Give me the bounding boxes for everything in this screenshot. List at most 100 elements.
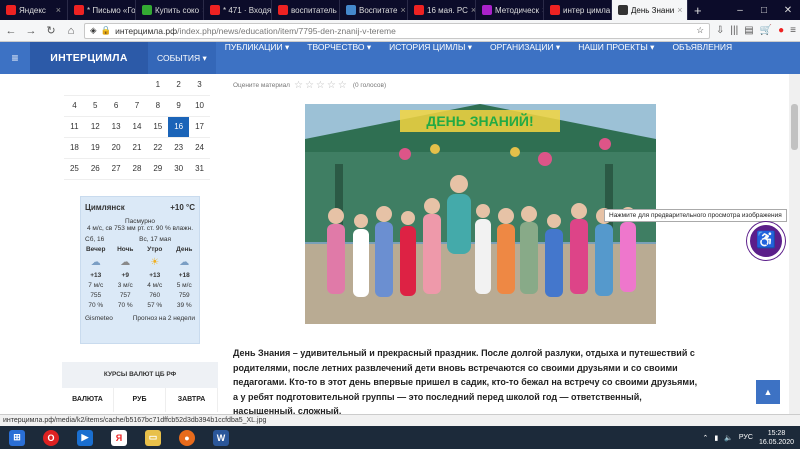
library-icon[interactable]: ||| xyxy=(730,25,738,36)
menu-item[interactable]: ПУБЛИКАЦИИ ▾ xyxy=(216,42,299,74)
firefox-icon[interactable]: ● xyxy=(170,426,204,449)
menu-item[interactable]: ОРГАНИЗАЦИИ ▾ xyxy=(481,42,569,74)
menu-item[interactable]: ИСТОРИЯ ЦИМЛЫ ▾ xyxy=(380,42,481,74)
browser-tab[interactable]: Методическ× xyxy=(476,0,544,20)
network-icon[interactable]: ▮ xyxy=(714,434,718,442)
calendar-day[interactable]: 12 xyxy=(84,116,106,138)
browser-tab[interactable]: 16 мая. РС × xyxy=(408,0,476,20)
calendar-day[interactable]: 22 xyxy=(147,137,169,159)
calendar-day[interactable]: 29 xyxy=(147,158,169,180)
tooltip: Нажмите для предварительного просмотра и… xyxy=(604,209,787,222)
close-tab-icon[interactable]: × xyxy=(400,5,405,15)
forward-icon[interactable]: → xyxy=(24,25,38,37)
calendar-day[interactable]: 4 xyxy=(64,95,85,117)
weather-press: 757 xyxy=(119,292,131,299)
calendar-day[interactable]: 14 xyxy=(126,116,148,138)
tab-label: воспитатель · xyxy=(291,5,340,15)
rates-column-header: РУБ xyxy=(114,388,166,412)
calendar-day[interactable]: 25 xyxy=(64,158,85,180)
calendar-day[interactable]: 17 xyxy=(189,116,210,138)
browser-tab[interactable]: интер цимла× xyxy=(544,0,612,20)
calendar-day[interactable]: 9 xyxy=(168,95,190,117)
calendar-day[interactable]: 26 xyxy=(84,158,106,180)
scrollbar[interactable] xyxy=(789,74,800,414)
calendar-day[interactable]: 23 xyxy=(168,137,190,159)
new-tab-button[interactable]: + xyxy=(688,3,708,18)
extension-icon[interactable]: ● xyxy=(778,25,784,36)
tab-label: Купить соко xyxy=(155,5,200,15)
sidebar-icon[interactable]: ▤ xyxy=(744,25,753,36)
weather-press: 759 xyxy=(178,292,190,299)
browser-tab[interactable]: * 471 · Входящ× xyxy=(204,0,272,20)
calendar-day[interactable]: 16 xyxy=(168,116,190,138)
close-tab-icon[interactable]: × xyxy=(56,5,61,15)
browser-tab[interactable]: Воспитате × xyxy=(340,0,408,20)
file-explorer-icon[interactable]: ▭ xyxy=(136,426,170,449)
close-tab-icon[interactable]: × xyxy=(677,5,682,15)
calendar-day[interactable]: 20 xyxy=(105,137,127,159)
media-player-icon[interactable]: ▶ xyxy=(68,426,102,449)
scroll-to-top-button[interactable]: ▲ xyxy=(756,380,780,404)
calendar-day[interactable]: 15 xyxy=(147,116,169,138)
calendar-day[interactable]: 13 xyxy=(105,116,127,138)
cloud-icon: ☁ xyxy=(120,257,131,268)
calendar-day[interactable]: 10 xyxy=(189,95,210,117)
browser-tab[interactable]: воспитатель ·× xyxy=(272,0,340,20)
browser-tab[interactable]: День Знани × xyxy=(612,0,688,20)
yandex-icon[interactable]: Я xyxy=(102,426,136,449)
calendar-day xyxy=(84,74,106,96)
downloads-icon[interactable]: ⇩ xyxy=(716,25,724,36)
menu-item[interactable]: ОБЪЯВЛЕНИЯ xyxy=(663,42,741,74)
cart-icon[interactable]: 🛒 xyxy=(760,25,772,36)
rating-stars[interactable]: ☆☆☆☆☆ xyxy=(294,80,349,91)
menu-item[interactable]: НАШИ ПРОЕКТЫ ▾ xyxy=(569,42,663,74)
calendar-day[interactable]: 6 xyxy=(105,95,127,117)
start-button[interactable]: ⊞ xyxy=(0,426,34,449)
tab-favicon-icon xyxy=(142,5,152,15)
bookmark-star-icon[interactable]: ☆ xyxy=(696,25,704,36)
tab-label: День Знани xyxy=(631,5,675,15)
calendar-day[interactable]: 7 xyxy=(126,95,148,117)
home-icon[interactable]: ⌂ xyxy=(64,25,78,37)
calendar-day[interactable]: 11 xyxy=(64,116,85,138)
calendar-day[interactable]: 2 xyxy=(168,74,190,96)
menu-item[interactable]: СОБЫТИЯ ▾ xyxy=(148,42,216,74)
menu-icon[interactable]: ≡ xyxy=(790,25,796,36)
accessibility-icon[interactable]: ♿ xyxy=(747,222,785,260)
gismeteo-brand[interactable]: Gismeteo xyxy=(85,315,113,322)
tray-arrow-icon[interactable]: ⌃ xyxy=(702,434,708,442)
close-window-icon[interactable]: ✕ xyxy=(776,5,800,16)
calendar-day[interactable]: 28 xyxy=(126,158,148,180)
taskbar: ⊞ O ▶ Я ▭ ● W ⌃ ▮ 🔈 РУС 15:28 16.05.2020 xyxy=(0,426,800,449)
address-bar[interactable]: ◈ 🔒 интерцимла.рф/index.php/news/educati… xyxy=(84,22,711,39)
calendar-day[interactable]: 5 xyxy=(84,95,106,117)
calendar-day[interactable]: 30 xyxy=(168,158,190,180)
minimize-icon[interactable]: – xyxy=(728,5,752,16)
calendar-day[interactable]: 21 xyxy=(126,137,148,159)
calendar-day[interactable]: 8 xyxy=(147,95,169,117)
calendar-day[interactable]: 1 xyxy=(147,74,169,96)
volume-icon[interactable]: 🔈 xyxy=(724,434,733,442)
browser-tab[interactable]: Купить соко× xyxy=(136,0,204,20)
site-logo[interactable]: ИНТЕРЦИМЛА xyxy=(30,42,148,74)
reload-icon[interactable]: ↻ xyxy=(44,24,58,37)
calendar-day[interactable]: 3 xyxy=(189,74,210,96)
forecast-link[interactable]: Прогноз на 2 недели xyxy=(133,315,195,322)
calendar-day[interactable]: 18 xyxy=(64,137,85,159)
menu-item[interactable]: ТВОРЧЕСТВО ▾ xyxy=(298,42,380,74)
clock[interactable]: 15:28 16.05.2020 xyxy=(759,429,794,447)
rating-label: Оцените материал xyxy=(233,82,290,89)
maximize-icon[interactable]: □ xyxy=(752,5,776,16)
hamburger-icon[interactable]: ≡ xyxy=(0,51,30,65)
calendar-day[interactable]: 19 xyxy=(84,137,106,159)
opera-icon[interactable]: O xyxy=(34,426,68,449)
language-indicator[interactable]: РУС xyxy=(739,434,753,441)
word-icon[interactable]: W xyxy=(204,426,238,449)
weather-wind: 3 м/с xyxy=(117,282,133,289)
calendar-day[interactable]: 27 xyxy=(105,158,127,180)
browser-tab[interactable]: * Письмо «Го× xyxy=(68,0,136,20)
back-icon[interactable]: ← xyxy=(4,25,18,37)
calendar-day[interactable]: 31 xyxy=(189,158,210,180)
browser-tab[interactable]: Яндекс × xyxy=(0,0,68,20)
calendar-day[interactable]: 24 xyxy=(189,137,210,159)
